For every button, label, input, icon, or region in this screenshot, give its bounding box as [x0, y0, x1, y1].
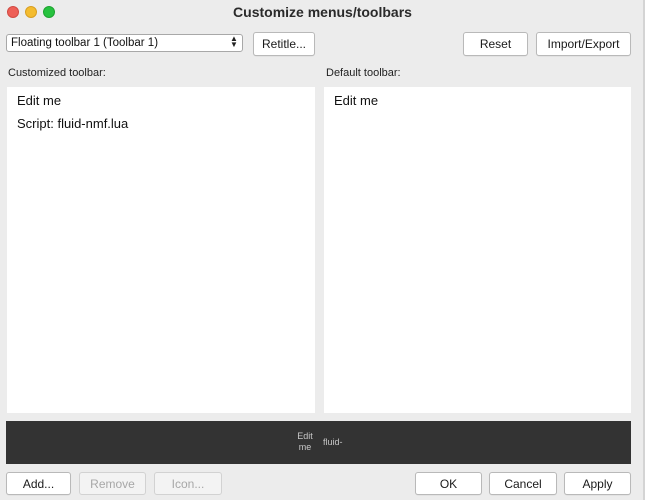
- toolbar-select-value: Floating toolbar 1 (Toolbar 1): [11, 37, 159, 49]
- import-export-button[interactable]: Import/Export: [536, 32, 631, 56]
- toolbar-select[interactable]: Floating toolbar 1 (Toolbar 1) ▲ ▼: [6, 34, 243, 52]
- reset-button[interactable]: Reset: [463, 32, 528, 56]
- list-item[interactable]: Script: fluid-nmf.lua: [17, 116, 128, 131]
- ok-button[interactable]: OK: [415, 472, 482, 495]
- list-item[interactable]: Edit me: [334, 93, 378, 108]
- retitle-button[interactable]: Retitle...: [253, 32, 315, 56]
- apply-button[interactable]: Apply: [564, 472, 631, 495]
- default-toolbar-list[interactable]: Edit me: [324, 87, 631, 413]
- toolbar-preview: Edit me fluid-: [6, 421, 631, 464]
- icon-button[interactable]: Icon...: [154, 472, 222, 495]
- cancel-button[interactable]: Cancel: [489, 472, 557, 495]
- preview-item-fluid[interactable]: fluid-: [323, 437, 343, 448]
- add-button[interactable]: Add...: [6, 472, 71, 495]
- title-bar: Customize menus/toolbars: [0, 0, 645, 24]
- customized-toolbar-list[interactable]: Edit me Script: fluid-nmf.lua: [7, 87, 315, 413]
- window-title: Customize menus/toolbars: [233, 4, 412, 20]
- chevron-updown-icon: ▲ ▼: [230, 34, 238, 49]
- preview-item-edit-me[interactable]: Edit me: [292, 431, 318, 453]
- list-item[interactable]: Edit me: [17, 93, 61, 108]
- remove-button[interactable]: Remove: [79, 472, 146, 495]
- customized-toolbar-label: Customized toolbar:: [8, 67, 106, 79]
- default-toolbar-label: Default toolbar:: [326, 67, 401, 79]
